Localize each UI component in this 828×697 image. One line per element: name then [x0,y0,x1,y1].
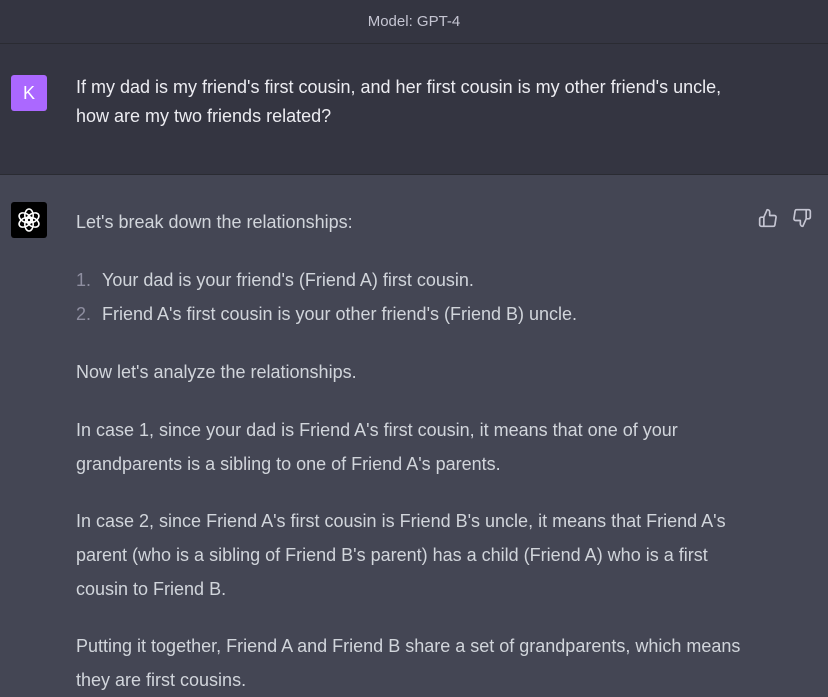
model-label: Model: GPT-4 [367,13,461,30]
list-item: 2. Friend A's first cousin is your other… [76,297,756,331]
thumbs-down-icon [793,208,812,228]
thumbs-up-button[interactable] [757,207,779,229]
user-avatar: K [11,75,47,111]
list-item-text: Your dad is your friend's (Friend A) fir… [102,270,474,290]
thumbs-down-button[interactable] [791,207,813,229]
model-indicator: Model: GPT-4 [0,0,828,44]
list-number: 1. [76,270,92,290]
assistant-message-row: Let's break down the relationships: 1. Y… [0,175,828,690]
assistant-intro: Let's break down the relationships: [76,212,353,232]
openai-logo-icon [18,208,40,232]
user-avatar-letter: K [22,82,35,103]
list-item: 1. Your dad is your friend's (Friend A) … [76,263,756,297]
assistant-avatar [11,202,47,238]
thumbs-up-icon [758,208,777,228]
assistant-paragraph: Now let's analyze the relationships. [76,362,357,382]
assistant-paragraph: In case 2, since Friend A's first cousin… [76,511,726,599]
assistant-paragraph: Putting it together, Friend A and Friend… [76,636,741,690]
user-message-text: If my dad is my friend's first cousin, a… [76,77,722,126]
list-item-text: Friend A's first cousin is your other fr… [102,304,578,324]
user-message-row: K If my dad is my friend's first cousin,… [0,44,828,175]
list-number: 2. [76,304,92,324]
relationship-list: 1. Your dad is your friend's (Friend A) … [76,263,756,331]
assistant-paragraph: In case 1, since your dad is Friend A's … [76,420,678,474]
